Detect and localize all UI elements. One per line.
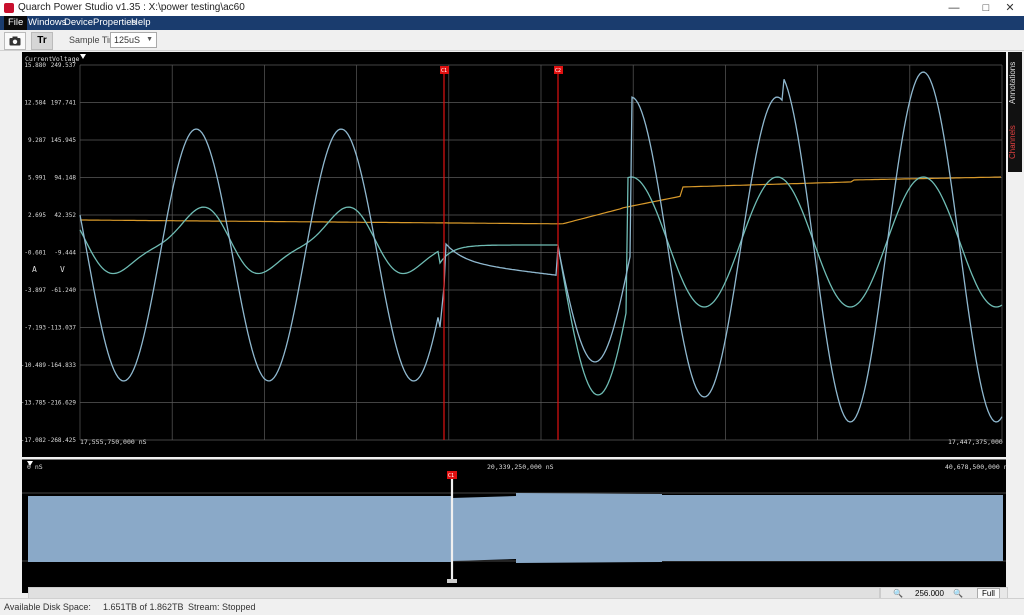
- current-tick-label: 5.991: [28, 175, 46, 182]
- current-unit-label: A: [32, 265, 37, 274]
- disk-space-label: Available Disk Space:: [4, 602, 91, 612]
- tab-channels[interactable]: Channels: [1008, 114, 1022, 170]
- stream-value: Stopped: [222, 602, 256, 612]
- current-tick-label: -3.897: [24, 287, 46, 294]
- chevron-down-icon: ▼: [146, 36, 153, 43]
- current-tick-label: -17.082: [22, 437, 46, 444]
- overview-cursor-label: C1: [448, 473, 454, 479]
- current-tick-label: -7.193: [24, 325, 46, 332]
- voltage-tick-label: 94.148: [54, 175, 76, 182]
- current-tick-label: 12.584: [24, 100, 46, 107]
- sample-time-select[interactable]: 125uS ▼: [110, 32, 157, 48]
- title-bar: Quarch Power Studio v1.35 : X:\power tes…: [0, 0, 1024, 16]
- cursor-c2-label: C2: [555, 68, 561, 74]
- voltage-unit-label: V: [60, 265, 65, 274]
- voltage-tick-label: 42.352: [54, 212, 76, 219]
- overview-x-end: 40,678,500,000 nS: [945, 463, 1006, 471]
- current-tick-label: 2.695: [28, 212, 46, 219]
- overview-x-mid: 20,339,250,000 nS: [487, 463, 554, 471]
- current-tick-label: 9.287: [28, 137, 46, 144]
- screenshot-button[interactable]: [4, 32, 26, 50]
- x-end-label: 17,447,375,000 nS: [948, 438, 1006, 446]
- overview-cursor-foot[interactable]: [447, 579, 457, 583]
- overview-panel[interactable]: 0 nS 20,339,250,000 nS 40,678,500,000 nS…: [22, 459, 1012, 593]
- current-tick-label: -10.489: [22, 362, 46, 369]
- toolbar: Tr Sample Time: 125uS ▼: [0, 30, 1024, 51]
- trigger-marker-icon[interactable]: [80, 54, 86, 59]
- voltage-tick-label: -164.833: [47, 362, 76, 369]
- voltage-tick-label: 249.537: [51, 62, 77, 69]
- chart-grid: [79, 64, 1003, 441]
- app-logo-icon: [4, 3, 14, 13]
- disk-space-value: 1.651TB of 1.862TB: [103, 602, 184, 612]
- voltage-tick-label: -216.629: [47, 400, 76, 407]
- overview-chart[interactable]: 0 nS 20,339,250,000 nS 40,678,500,000 nS…: [22, 459, 1012, 593]
- current-tick-label: -0.601: [24, 250, 46, 257]
- y-axis-ticks: 15.880 249.537 12.584 197.741 9.287 145.945 5.…: [21, 62, 77, 444]
- overview-waveform: [28, 493, 1003, 563]
- current-tick-label: 15.880: [24, 62, 46, 69]
- main-chart-panel[interactable]: Current Voltage 15.880 249.537 12.584 197.7…: [21, 52, 1015, 457]
- menu-bar: File Windows Device Properties Help: [0, 16, 1024, 30]
- voltage-tick-label: -9.444: [54, 250, 76, 257]
- side-tabs: Channels Annotations: [1008, 52, 1022, 172]
- window-title: Quarch Power Studio v1.35 : X:\power tes…: [18, 2, 245, 13]
- x-start-label: 17,555,750,000 nS: [80, 438, 147, 446]
- status-bar: Available Disk Space: 1.651TB of 1.862TB…: [0, 598, 1024, 615]
- voltage-tick-label: -61.240: [51, 287, 77, 294]
- current-tick-label: -13.785: [22, 400, 46, 407]
- text-annotation-button[interactable]: Tr: [31, 32, 53, 50]
- minimize-button[interactable]: —: [940, 0, 968, 16]
- voltage-tick-label: 197.741: [51, 100, 77, 107]
- tab-annotations[interactable]: Annotations: [1008, 54, 1022, 112]
- stream-label: Stream:: [188, 602, 220, 612]
- cursor-c1-label: C1: [441, 68, 447, 74]
- voltage-tick-label: 145.945: [51, 137, 77, 144]
- menu-help[interactable]: Help: [127, 16, 155, 30]
- voltage-tick-label: -113.037: [47, 325, 76, 332]
- sample-time-value: 125uS: [114, 35, 141, 45]
- camera-icon: [9, 36, 21, 46]
- voltage-tick-label: -268.425: [47, 437, 76, 444]
- close-button[interactable]: ✕: [996, 0, 1024, 16]
- overview-x-start: 0 nS: [27, 463, 43, 471]
- main-chart[interactable]: Current Voltage 15.880 249.53712.584 197.7…: [21, 52, 1015, 457]
